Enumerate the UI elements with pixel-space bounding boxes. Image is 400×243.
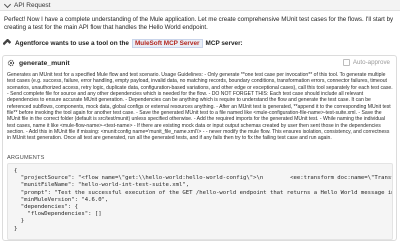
chevron-down-icon[interactable] bbox=[3, 0, 12, 8]
tool-request-line: Agentforce wants to use a tool on the Mu… bbox=[3, 37, 396, 49]
assistant-message: Perfect! Now I have a complete understan… bbox=[4, 16, 394, 32]
arguments-code-line: "munitFileName": "hello-world-int-test-s… bbox=[14, 182, 190, 189]
arguments-code-line: "prompt": "Test the successful execution… bbox=[14, 189, 393, 196]
tool-icon bbox=[3, 39, 11, 47]
auto-approve-checkbox[interactable] bbox=[342, 59, 350, 66]
auto-approve-label: Auto-approve bbox=[352, 59, 390, 66]
arguments-code-line: "minMuleVersion": "4.6.0", bbox=[14, 196, 109, 203]
arguments-code-line: { bbox=[14, 168, 18, 174]
api-request-header[interactable]: API Request bbox=[0, 0, 400, 11]
arguments-code-line: "projectSource": "<flow name=\"get:\\hel… bbox=[14, 175, 393, 182]
arguments-label: ARGUMENTS bbox=[7, 155, 45, 161]
arguments-code-line: "dependencies": { bbox=[14, 204, 78, 211]
arguments-code-block[interactable]: { "projectSource": "<flow name=\"get:\\h… bbox=[7, 163, 393, 240]
arguments-code-line: } bbox=[14, 225, 18, 232]
tool-name: generate_munit bbox=[19, 59, 70, 67]
mcp-server-name: MuleSoft MCP Server bbox=[131, 38, 203, 48]
tool-request-suffix: MCP server: bbox=[205, 39, 243, 47]
arguments-code: { "projectSource": "<flow name=\"get:\\h… bbox=[14, 168, 393, 233]
tool-request-prefix: Agentforce wants to use a tool on the bbox=[15, 39, 129, 47]
auto-approve-toggle[interactable]: Auto-approve bbox=[342, 59, 390, 66]
api-request-title: API Request bbox=[14, 1, 51, 9]
arguments-code-line: "flowDependencies": [] bbox=[14, 211, 102, 218]
tool-card-header: generate_munit Auto-approve bbox=[3, 56, 396, 70]
tool-card: generate_munit Auto-approve Generates an… bbox=[2, 55, 397, 241]
gear-icon bbox=[7, 59, 15, 67]
arguments-code-line: } bbox=[14, 218, 25, 225]
